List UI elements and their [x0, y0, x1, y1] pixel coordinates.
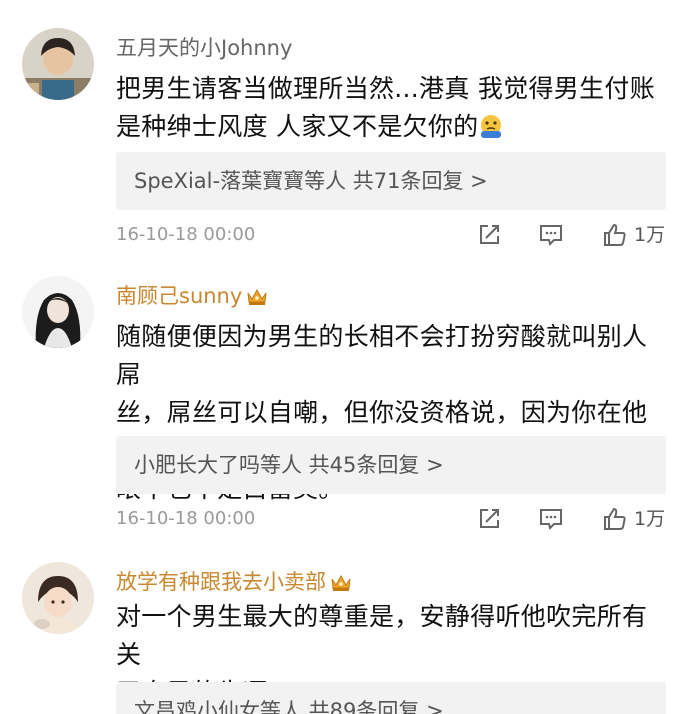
avatar[interactable] [22, 28, 94, 100]
username: 南顾己sunny [116, 284, 243, 308]
comment-meta: 16-10-18 00:00 1万 [116, 504, 676, 534]
thumbs-up-icon[interactable] [602, 222, 628, 248]
timestamp: 16-10-18 00:00 [116, 508, 256, 529]
username[interactable]: 五月天的小Johnny [116, 32, 292, 62]
comment-icon[interactable] [538, 506, 564, 532]
crown-badge-icon [330, 572, 352, 591]
share-icon[interactable] [476, 506, 502, 532]
comment-text: 把男生请客当做理所当然...港真 我觉得男生付账 是种绅士风度 人家又不是欠你的 [116, 70, 672, 146]
username: 放学有种跟我去小卖部 [116, 570, 326, 594]
like-count: 1万 [634, 508, 666, 530]
crown-badge-icon [246, 286, 268, 305]
comment-text-line: 对一个男生最大的尊重是，安静得听他吹完所有关 [116, 602, 648, 669]
reply-summary[interactable]: 文昌鸡小仙女等人 共89条回复 > [116, 682, 666, 714]
thumbs-up-icon[interactable] [602, 506, 628, 532]
avatar[interactable] [22, 562, 94, 634]
comment-text-line: 把男生请客当做理所当然...港真 我觉得男生付账 [116, 74, 655, 103]
like-count: 1万 [634, 224, 666, 246]
comment-text-line-with-emoji: 是种绅士风度 人家又不是欠你的 [116, 108, 672, 146]
comment-meta: 16-10-18 00:00 1万 [116, 220, 676, 250]
comment-feed: 五月天的小Johnny 把男生请客当做理所当然...港真 我觉得男生付账 是种绅… [0, 0, 690, 714]
username-vip[interactable]: 南顾己sunny [116, 280, 268, 310]
share-icon[interactable] [476, 222, 502, 248]
comment-icon[interactable] [538, 222, 564, 248]
reply-summary[interactable]: 小肥长大了吗等人 共45条回复 > [116, 436, 666, 494]
timestamp: 16-10-18 00:00 [116, 224, 256, 245]
thinking-face-emoji-icon [478, 112, 504, 138]
comment-text-line: 随随便便因为男生的长相不会打扮穷酸就叫别人屌 [116, 322, 648, 389]
reply-summary[interactable]: SpeXial-落葉寶寶等人 共71条回复 > [116, 152, 666, 210]
comment-text-line: 是种绅士风度 人家又不是欠你的 [116, 112, 479, 141]
username-vip[interactable]: 放学有种跟我去小卖部 [116, 566, 352, 596]
avatar[interactable] [22, 276, 94, 348]
